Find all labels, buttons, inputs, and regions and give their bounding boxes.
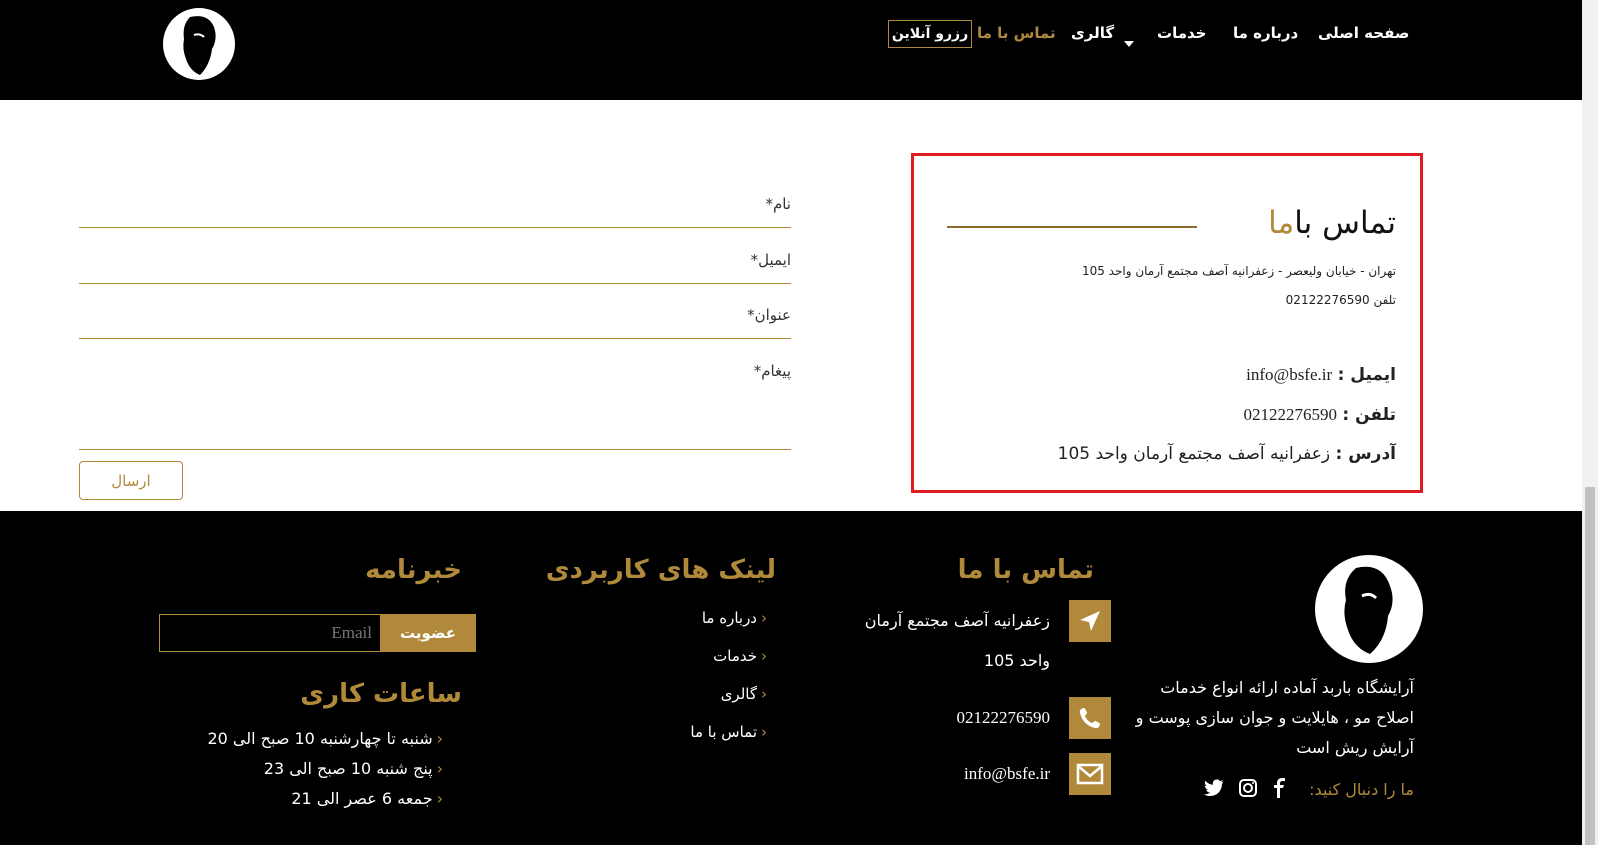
- chevron-icon: ‹: [436, 729, 443, 748]
- follow-label: ما را دنبال کنید:: [1309, 780, 1414, 799]
- hours-row: ‹پنج شنبه 10 صبح الی 23: [264, 759, 443, 778]
- email-label: ایمیل :: [1337, 365, 1396, 385]
- contact-address-row: آدرس : زعفرانیه آصف مجتمع آرمان واحد 105: [1058, 444, 1396, 464]
- footer-about-line: آرایشگاه باربد آماده ارائه انواع خدمات: [1160, 678, 1414, 697]
- phone-icon: [1069, 697, 1111, 739]
- newsletter-email-input[interactable]: [159, 614, 380, 652]
- subject-field-line: [79, 338, 791, 339]
- message-field[interactable]: پیغام*: [754, 362, 791, 380]
- footer-links-title: لینک های کاربردی: [545, 555, 776, 585]
- title-accent: ما: [1268, 205, 1295, 241]
- phone-value[interactable]: 02122276590: [1244, 405, 1338, 424]
- address-label: آدرس :: [1335, 444, 1396, 464]
- contact-address-line: تهران - خیابان ولیعصر - زعفرانیه آصف مجت…: [1081, 264, 1396, 278]
- footer-link-about[interactable]: ‹درباره ما: [702, 609, 767, 627]
- phone-label: تلفن :: [1342, 405, 1396, 425]
- newsletter-title: خبرنامه: [365, 555, 462, 585]
- name-field-line: [79, 227, 791, 228]
- instagram-icon[interactable]: [1238, 778, 1258, 798]
- site-footer: آرایشگاه باربد آماده ارائه انواع خدمات ا…: [0, 511, 1582, 845]
- footer-about-line: آرایش ریش است: [1296, 738, 1414, 757]
- site-header: صفحه اصلی درباره ما خدمات گالری تماس با …: [0, 0, 1582, 100]
- footer-address-line: واحد 105: [983, 651, 1050, 670]
- contact-box-title: تماس باما: [1268, 205, 1396, 241]
- footer-contact-title: تماس با ما: [957, 555, 1094, 585]
- footer-link-label: تماس با ما: [690, 723, 757, 741]
- chevron-icon: ‹: [761, 647, 767, 665]
- barber-logo-icon: [1312, 552, 1426, 666]
- nav-services[interactable]: خدمات: [1157, 24, 1206, 42]
- contact-phone-row: تلفن : 02122276590: [1244, 405, 1396, 425]
- chevron-icon: ‹: [761, 685, 767, 703]
- contact-email-row: ایمیل : info@bsfe.ir: [1246, 365, 1396, 385]
- email-value[interactable]: info@bsfe.ir: [1246, 365, 1332, 384]
- hours-row: ‹جمعه 6 عصر الی 21: [291, 789, 443, 808]
- name-field[interactable]: نام*: [765, 195, 791, 213]
- hours-row: ‹شنبه تا چهارشنبه 10 صبح الی 20: [207, 729, 443, 748]
- nav-about[interactable]: درباره ما: [1233, 24, 1298, 42]
- title-divider: [947, 226, 1197, 228]
- chevron-icon: ‹: [436, 759, 443, 778]
- footer-link-gallery[interactable]: ‹گالری: [721, 685, 767, 703]
- subject-field[interactable]: عنوان*: [747, 306, 791, 324]
- footer-link-label: گالری: [720, 685, 757, 703]
- working-hours-title: ساعات کاری: [300, 679, 462, 709]
- send-button[interactable]: ارسال: [79, 461, 183, 500]
- email-field-line: [79, 283, 791, 284]
- twitter-icon[interactable]: [1204, 779, 1224, 797]
- mail-icon: [1069, 753, 1111, 795]
- footer-about-line: اصلاح مو ، هایلایت و جوان سازی پوست و: [1135, 708, 1414, 727]
- footer-address-line: زعفرانیه آصف مجتمع آرمان: [864, 611, 1050, 630]
- chevron-icon: ‹: [436, 789, 443, 808]
- contact-phone-line: تلفن 02122276590: [1285, 293, 1396, 307]
- footer-link-label: درباره ما: [701, 609, 757, 627]
- hours-text: پنج شنبه 10 صبح الی 23: [263, 759, 433, 778]
- chevron-icon: ‹: [761, 723, 767, 741]
- chevron-icon: ‹: [761, 609, 767, 627]
- reserve-online-button[interactable]: رزرو آنلاین: [888, 20, 972, 48]
- message-field-line: [79, 449, 791, 450]
- nav-contact[interactable]: تماس با ما: [977, 24, 1056, 42]
- address-value: زعفرانیه آصف مجتمع آرمان واحد 105: [1057, 444, 1331, 464]
- location-icon: [1069, 600, 1111, 642]
- facebook-icon[interactable]: [1272, 778, 1288, 798]
- title-main: تماس با: [1294, 205, 1396, 241]
- nav-gallery[interactable]: گالری: [1071, 24, 1114, 42]
- contact-info-box: [911, 153, 1423, 493]
- hours-text: شنبه تا چهارشنبه 10 صبح الی 20: [207, 729, 433, 748]
- footer-phone[interactable]: 02122276590: [957, 708, 1051, 728]
- hours-text: جمعه 6 عصر الی 21: [291, 789, 433, 808]
- barber-logo-icon[interactable]: [160, 5, 238, 83]
- nav-home[interactable]: صفحه اصلی: [1318, 24, 1409, 42]
- scrollbar-thumb[interactable]: [1585, 487, 1595, 845]
- footer-link-contact[interactable]: ‹تماس با ما: [690, 723, 767, 741]
- footer-email[interactable]: info@bsfe.ir: [964, 764, 1050, 784]
- footer-link-services[interactable]: ‹خدمات: [713, 647, 767, 665]
- chevron-down-icon[interactable]: [1124, 41, 1134, 47]
- email-field[interactable]: ایمیل*: [751, 251, 791, 269]
- newsletter-subscribe-button[interactable]: عضویت: [380, 614, 476, 652]
- footer-link-label: خدمات: [713, 647, 757, 665]
